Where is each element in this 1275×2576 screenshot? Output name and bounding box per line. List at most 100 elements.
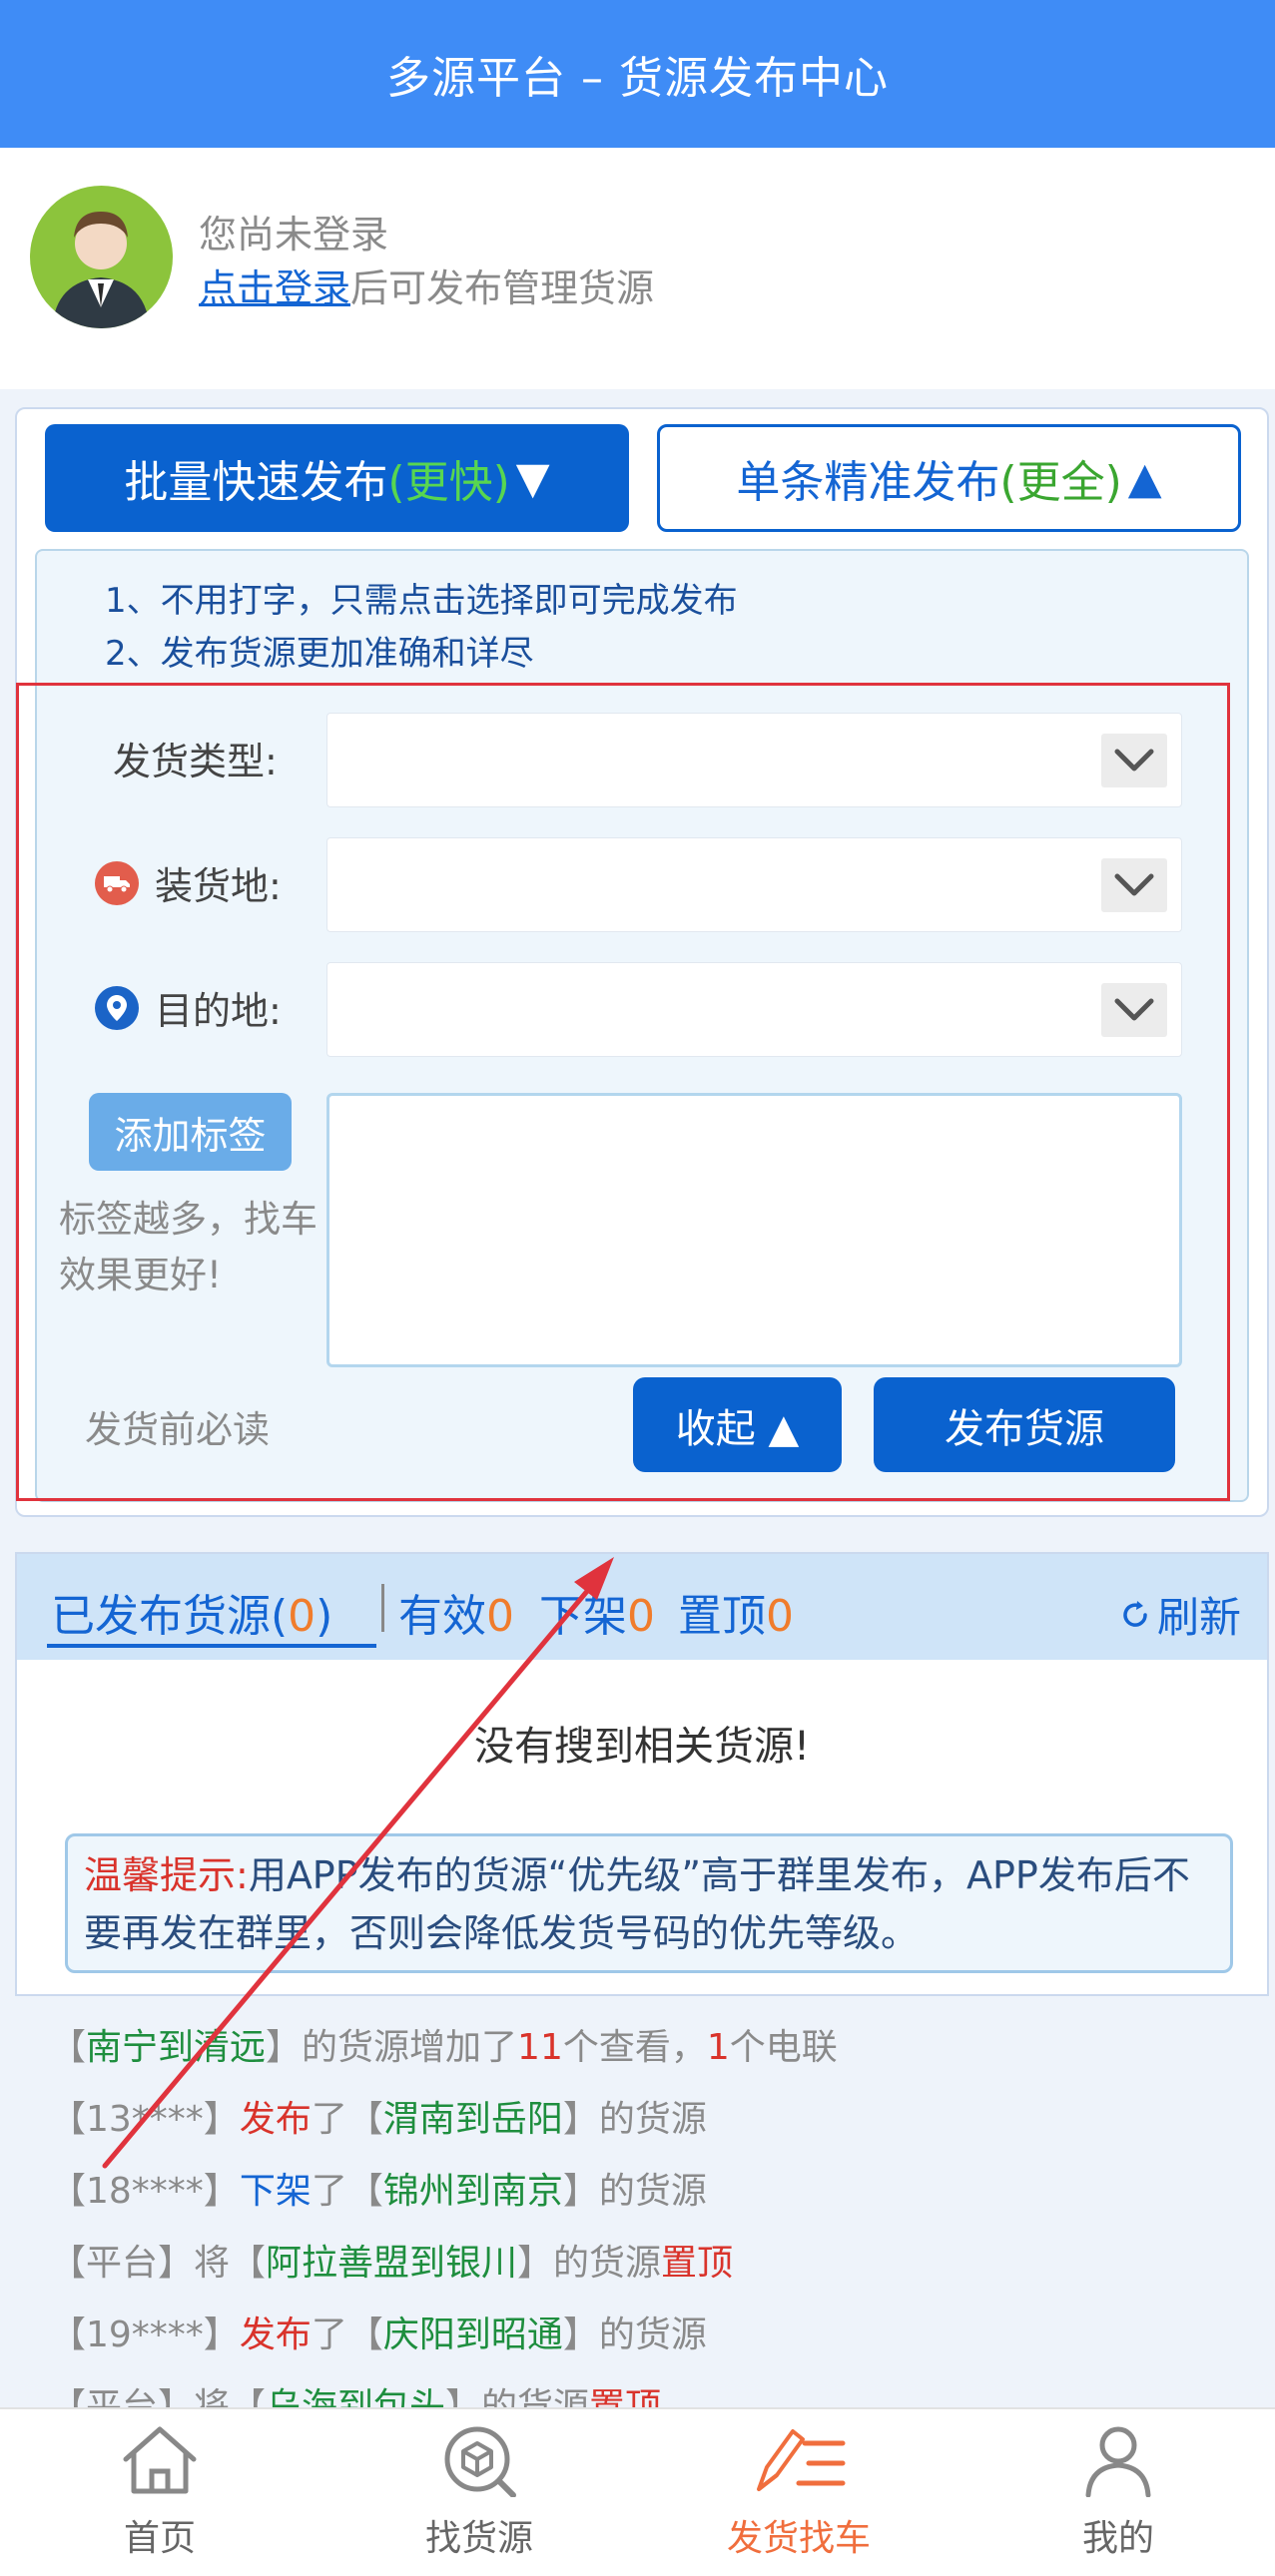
feed-item: 【19****】发布了【庆阳到昭通】的货源 — [50, 2306, 707, 2357]
triangle-down-icon: ▼ — [515, 452, 550, 504]
feed-text: 】的货源 — [562, 2171, 707, 2212]
tab-top-label: 置顶 — [678, 1591, 766, 1642]
feed-action: 发布 — [239, 2315, 312, 2355]
warm-tip-text: 用APP发布的货源“优先级”高于群里发布，APP发布后不要再发在群里，否则会降低… — [84, 1853, 1190, 1955]
tip-line: 1、不用打字，只需点击选择即可完成发布 — [105, 581, 738, 621]
user-bar: 您尚未登录 点击登录后可发布管理货源 — [0, 148, 1275, 389]
offline-count: 0 — [627, 1591, 655, 1642]
bottom-nav: 首页 找货源 发货找车 我的 — [0, 2407, 1275, 2576]
must-read-link[interactable]: 发货前必读 — [85, 1399, 270, 1453]
nav-mine[interactable]: 我的 — [1018, 2423, 1218, 2573]
truck-icon — [95, 860, 139, 905]
login-status: 您尚未登录 — [199, 213, 389, 257]
tab-single-hint: (更全) — [999, 457, 1122, 508]
ship-type-label: 发货类型: — [113, 740, 278, 783]
feed-text: 】的货源 — [562, 2099, 707, 2140]
warm-tip-label: 温馨提示: — [84, 1853, 249, 1897]
tab-valid[interactable]: 有效0 — [398, 1580, 514, 1644]
feed-text: 个电联 — [729, 2027, 838, 2068]
collapse-button[interactable]: 收起 ▲ — [633, 1377, 842, 1472]
refresh-button[interactable]: 刷新 — [1119, 1584, 1241, 1645]
feed-route: 锦州到南京 — [382, 2171, 563, 2212]
feed-text: 】的货源 — [517, 2243, 662, 2284]
tab-quick-hint: (更快) — [387, 457, 510, 508]
feed-route: 庆阳到昭通 — [382, 2315, 563, 2355]
login-link[interactable]: 点击登录 — [199, 266, 350, 310]
feed-route: 阿拉善盟到银川 — [266, 2243, 518, 2284]
feed-action: 置顶 — [661, 2243, 734, 2284]
tab-single-precise-publish[interactable]: 单条精准发布 (更全) ▲ — [657, 424, 1241, 532]
feed-action: 发布 — [239, 2099, 312, 2140]
destination-label-text: 目的地: — [155, 989, 282, 1033]
nav-home-label: 首页 — [123, 2518, 196, 2559]
nav-home[interactable]: 首页 — [60, 2423, 260, 2573]
load-place-label-text: 装货地: — [155, 864, 282, 908]
publish-card: 批量快速发布 (更快) ▼ 单条精准发布 (更全) ▲ 1、不用打字，只需点击选择即可完… — [15, 407, 1269, 1517]
feed-views: 11 — [517, 2027, 563, 2068]
warm-tip: 温馨提示:用APP发布的货源“优先级”高于群里发布，APP发布后不要再发在群里，… — [65, 1833, 1233, 1973]
feed-text: 了【 — [311, 2099, 383, 2140]
login-suffix: 后可发布管理货源 — [350, 266, 655, 310]
home-icon — [120, 2423, 200, 2501]
refresh-label: 刷新 — [1156, 1593, 1241, 1642]
tag-hint: 标签越多，找车效果更好! — [59, 1198, 318, 1296]
chevron-down-icon — [1101, 858, 1167, 912]
pen-list-icon — [749, 2423, 849, 2501]
valid-count: 0 — [486, 1591, 514, 1642]
tab-top[interactable]: 置顶0 — [678, 1580, 794, 1644]
publish-form: 1、不用打字，只需点击选择即可完成发布 2、发布货源更加准确和详尽 发货类型: … — [35, 549, 1249, 1502]
feed-action: 下架 — [239, 2171, 312, 2212]
nav-mine-label: 我的 — [1081, 2518, 1154, 2559]
nav-find-goods-label: 找货源 — [424, 2518, 533, 2559]
load-place-select[interactable] — [326, 837, 1182, 932]
page-title: 多源平台 – 货源发布中心 — [0, 0, 1275, 148]
load-place-label: 装货地: — [95, 855, 282, 910]
triangle-up-icon: ▲ — [1127, 452, 1162, 504]
feed-user: 【18****】 — [50, 2171, 240, 2212]
activity-feed: 【南宁到清远】的货源增加了11个查看，1个电联 【13****】发布了【渭南到岳… — [0, 1996, 1275, 2427]
login-prompt: 点击登录后可发布管理货源 — [199, 258, 654, 312]
chevron-down-icon — [1101, 983, 1167, 1037]
avatar[interactable] — [30, 186, 173, 328]
feed-route: 渭南到岳阳 — [382, 2099, 563, 2140]
publish-goods-button[interactable]: 发布货源 — [874, 1377, 1175, 1472]
destination-label: 目的地: — [95, 980, 282, 1035]
package-search-icon — [439, 2423, 519, 2501]
nav-ship-find-truck[interactable]: 发货找车 — [699, 2423, 899, 2573]
feed-item: 【13****】发布了【渭南到岳阳】的货源 — [50, 2090, 707, 2142]
refresh-icon — [1119, 1599, 1151, 1631]
empty-result-text: 没有搜到相关货源! — [473, 1724, 811, 1770]
feed-user: 【平台】将【 — [50, 2243, 267, 2284]
tab-divider — [381, 1584, 384, 1632]
published-count: 0 — [288, 1591, 317, 1642]
nav-find-goods[interactable]: 找货源 — [379, 2423, 579, 2573]
add-tag-button[interactable]: 添加标签 — [89, 1093, 292, 1171]
feed-text: 】的货源增加了 — [266, 2027, 518, 2068]
feed-text: 个查看， — [562, 2027, 707, 2068]
feed-route: 南宁到清远 — [86, 2027, 267, 2068]
feed-calls: 1 — [706, 2027, 730, 2068]
destination-select[interactable] — [326, 962, 1182, 1057]
list-tabs: 已发布货源(0) 有效0 下架0 置顶0 刷新 — [17, 1554, 1267, 1660]
feed-text: 【 — [50, 2027, 87, 2068]
tab-offline[interactable]: 下架0 — [539, 1580, 655, 1644]
tab-published[interactable]: 已发布货源(0) — [51, 1580, 332, 1644]
active-tab-indicator — [47, 1644, 376, 1648]
published-list-panel: 已发布货源(0) 有效0 下架0 置顶0 刷新 没有搜到相关货源! 温馨提示:用… — [15, 1552, 1269, 1996]
top-count: 0 — [766, 1591, 794, 1642]
nav-ship-find-truck-label: 发货找车 — [726, 2518, 871, 2559]
feed-text: 了【 — [311, 2171, 383, 2212]
feed-text: 了【 — [311, 2315, 383, 2355]
tab-valid-label: 有效 — [398, 1591, 486, 1642]
tip-line: 2、发布货源更加准确和详尽 — [105, 634, 534, 674]
feed-item: 【平台】将【阿拉善盟到银川】的货源置顶 — [50, 2234, 733, 2286]
tab-published-suffix: ) — [316, 1591, 333, 1642]
feed-user: 【13****】 — [50, 2099, 240, 2140]
ship-type-select[interactable] — [326, 713, 1182, 807]
tag-textarea[interactable] — [326, 1093, 1182, 1367]
feed-item: 【18****】下架了【锦州到南京】的货源 — [50, 2162, 707, 2214]
location-pin-icon — [95, 985, 139, 1030]
tab-batch-quick-publish[interactable]: 批量快速发布 (更快) ▼ — [45, 424, 629, 532]
chevron-down-icon — [1101, 734, 1167, 787]
tab-published-label: 已发布货源( — [51, 1591, 289, 1642]
